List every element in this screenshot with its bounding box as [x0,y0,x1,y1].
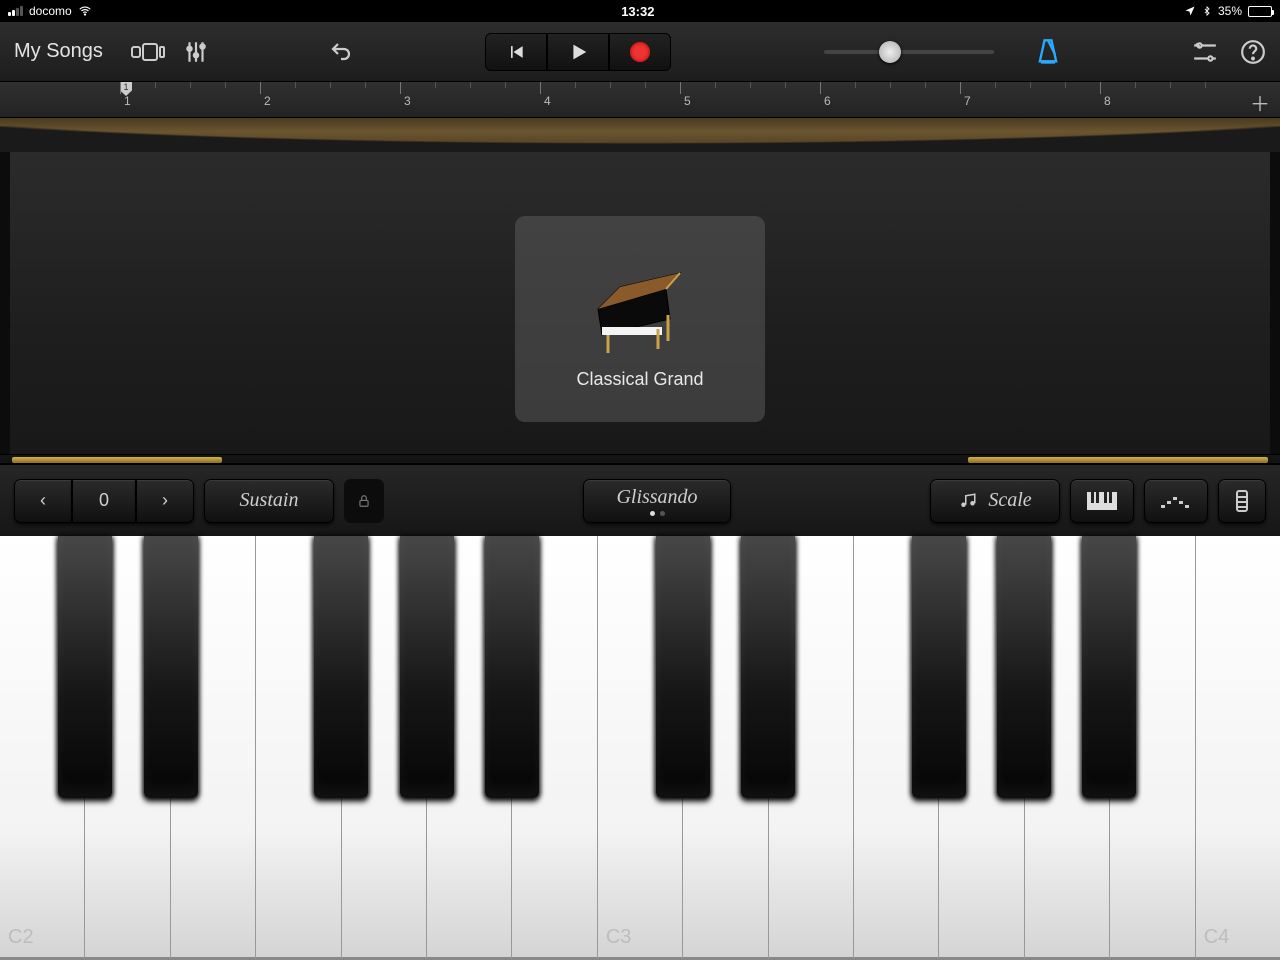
octave-value[interactable]: 0 [72,479,136,523]
black-key[interactable] [1082,536,1136,798]
white-key[interactable]: C4 [1196,536,1280,960]
bar-label: 4 [544,94,551,108]
hinge-row [0,454,1280,464]
instrument-panel: Classical Grand [0,152,1280,454]
timeline-ruler[interactable]: 1 12345678 ＋ [0,82,1280,118]
bar-label: 7 [964,94,971,108]
black-key[interactable] [400,536,454,798]
glissando-page-dots [650,511,665,516]
tracks-view-button[interactable] [131,41,165,63]
octave-up-button[interactable]: › [136,479,194,523]
undo-button[interactable] [327,40,355,64]
carrier-label: docomo [29,4,72,18]
keyboard-controls: ‹ 0 › Sustain Glissando Scale [0,464,1280,536]
clock: 13:32 [92,4,1184,19]
bar-label: 3 [404,94,411,108]
bar-label: 2 [264,94,271,108]
bar-label: 1 [124,94,131,108]
black-key[interactable] [912,536,966,798]
piano-keyboard[interactable]: C2 C3 C4 [0,536,1280,960]
play-button[interactable] [547,33,609,71]
glissando-button[interactable]: Glissando [583,479,731,523]
keyboard-icon [1087,492,1117,510]
help-button[interactable] [1240,39,1266,65]
scale-button[interactable]: Scale [930,479,1060,523]
black-key[interactable] [741,536,795,798]
back-button[interactable]: My Songs [14,40,103,63]
black-key[interactable] [997,536,1051,798]
wood-trim [0,118,1280,152]
bar-label: 6 [824,94,831,108]
black-key[interactable] [485,536,539,798]
toolbar: My Songs [0,22,1280,82]
battery-pct: 35% [1218,4,1242,18]
cell-signal-icon [8,6,23,16]
location-icon [1184,5,1196,17]
wifi-icon [78,4,92,18]
black-key[interactable] [58,536,112,798]
octave-down-button[interactable]: ‹ [14,479,72,523]
add-section-button[interactable]: ＋ [1250,88,1270,117]
instrument-selector[interactable]: Classical Grand [515,216,765,422]
record-button[interactable] [609,33,671,71]
bar-label: 8 [1104,94,1111,108]
chord-strips-button[interactable] [1218,479,1266,523]
key-label: C2 [8,926,34,949]
piano-icon [580,249,700,359]
keyboard-layout-button[interactable] [1070,479,1134,523]
black-key[interactable] [314,536,368,798]
record-icon [630,42,650,62]
scale-label: Scale [988,489,1031,512]
mixer-button[interactable] [183,39,209,65]
black-key[interactable] [656,536,710,798]
glissando-label: Glissando [616,486,697,509]
battery-icon [1248,6,1272,17]
sustain-button[interactable]: Sustain [204,479,334,523]
transport [485,33,671,71]
metronome-button[interactable] [1034,38,1062,66]
settings-button[interactable] [1192,39,1218,65]
key-label: C3 [606,926,632,949]
master-volume-slider[interactable] [824,50,994,54]
volume-thumb[interactable] [879,41,901,63]
arpeggio-icon [1161,493,1191,509]
bar-label: 5 [684,94,691,108]
lock-icon [357,493,371,509]
arpeggiator-button[interactable] [1144,479,1208,523]
status-bar: docomo 13:32 35% [0,0,1280,22]
octave-group: ‹ 0 › [14,479,194,523]
sustain-lock-button[interactable] [344,479,384,523]
black-key[interactable] [144,536,198,798]
bluetooth-icon [1202,4,1212,18]
go-to-start-button[interactable] [485,33,547,71]
key-label: C4 [1204,926,1230,949]
note-icon [958,492,978,510]
instrument-name: Classical Grand [576,369,703,390]
strips-icon [1235,489,1249,513]
